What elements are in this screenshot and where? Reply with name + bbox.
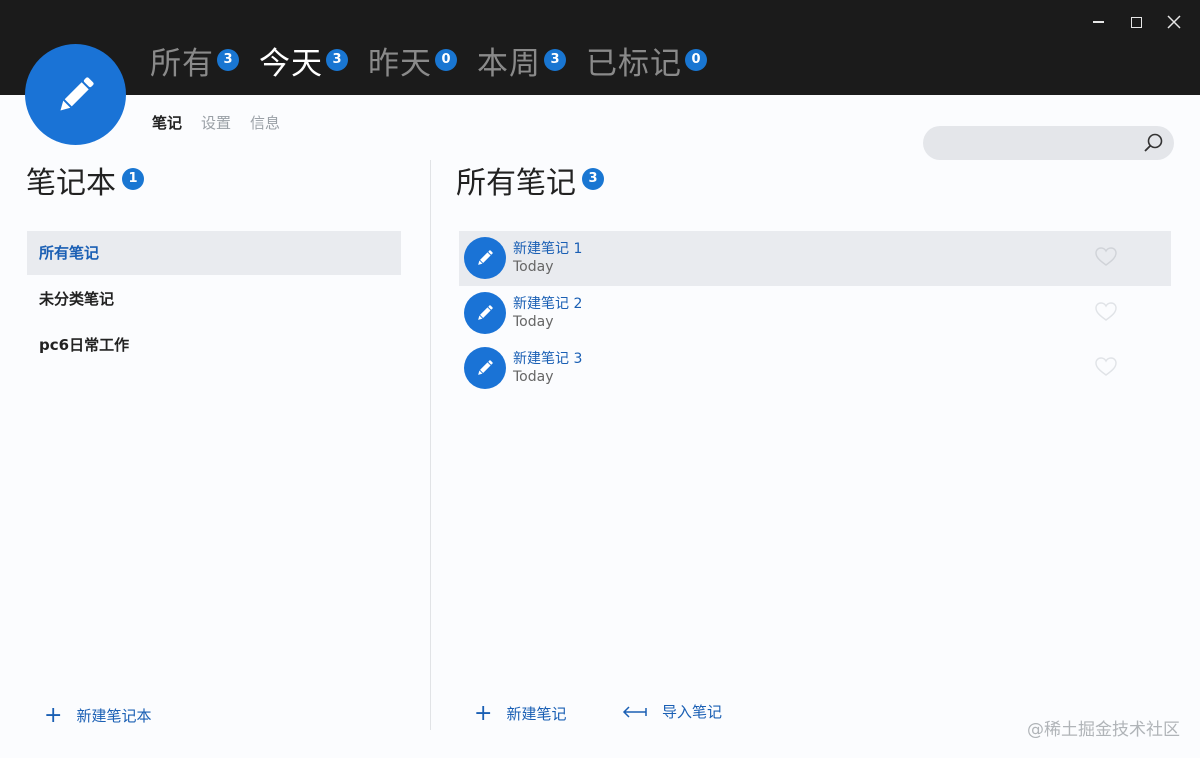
- close-icon: [1167, 15, 1181, 29]
- note-avatar: [464, 292, 506, 334]
- maximize-button[interactable]: [1118, 8, 1154, 36]
- plus-icon: +: [474, 701, 493, 726]
- search-box: [923, 126, 1174, 160]
- notes-header: 所有笔记 3: [456, 164, 604, 204]
- notebook-item-pc6-daily-work[interactable]: pc6日常工作: [27, 323, 401, 367]
- note-item[interactable]: 新建笔记 3 Today: [459, 341, 1171, 396]
- note-title: 新建笔记 2: [513, 296, 583, 312]
- tab-settings[interactable]: 设置: [201, 112, 231, 133]
- heart-icon[interactable]: [1095, 357, 1117, 377]
- count-badge: 3: [582, 168, 604, 190]
- note-date: Today: [513, 259, 554, 275]
- pencil-icon: [478, 305, 493, 320]
- notebooks-header: 笔记本 1: [26, 164, 144, 204]
- tab-label: 今天: [259, 46, 323, 82]
- watermark: @稀土掘金技术社区: [1027, 720, 1180, 740]
- note-list: 新建笔记 1 Today 新建笔记 2 Today 新建笔记 3 Today: [459, 231, 1171, 396]
- panel-divider: [430, 160, 431, 730]
- close-button[interactable]: [1156, 8, 1192, 36]
- note-title: 新建笔记 3: [513, 351, 583, 367]
- pencil-icon: [478, 250, 493, 265]
- new-notebook-button[interactable]: + 新建笔记本: [44, 703, 151, 728]
- tab-label: 已标记: [586, 46, 682, 82]
- note-item[interactable]: 新建笔记 1 Today: [459, 231, 1171, 286]
- tab-label: 所有: [150, 46, 214, 82]
- notebooks-title: 笔记本: [26, 166, 116, 201]
- tab-info[interactable]: 信息: [250, 112, 280, 133]
- new-notebook-label: 新建笔记本: [76, 707, 152, 725]
- plus-icon: +: [44, 703, 63, 728]
- count-badge: 3: [544, 49, 566, 71]
- note-date: Today: [513, 369, 554, 385]
- import-notes-label: 导入笔记: [662, 703, 723, 721]
- date-filter-tabs: 所有 3 今天 3 昨天 0 本周 3 已标记 0: [150, 44, 707, 84]
- heart-icon[interactable]: [1095, 302, 1117, 322]
- search-input[interactable]: [937, 132, 1137, 154]
- tab-notes[interactable]: 笔记: [152, 112, 182, 133]
- new-note-label: 新建笔记: [506, 705, 567, 723]
- notebook-list: 所有笔记 未分类笔记 pc6日常工作: [27, 231, 401, 369]
- count-badge: 0: [685, 49, 707, 71]
- count-badge: 3: [217, 49, 239, 71]
- note-title: 新建笔记 1: [513, 241, 583, 257]
- note-avatar: [464, 347, 506, 389]
- search-icon[interactable]: [1142, 132, 1164, 154]
- count-badge: 0: [435, 49, 457, 71]
- import-arrow-icon: [622, 705, 647, 718]
- tab-this-week[interactable]: 本周 3: [477, 44, 566, 84]
- import-notes-button[interactable]: 导入笔记: [622, 701, 722, 722]
- tab-label: 本周: [477, 46, 541, 82]
- tab-all[interactable]: 所有 3: [150, 44, 239, 84]
- note-avatar: [464, 237, 506, 279]
- count-badge: 1: [122, 168, 144, 190]
- note-date: Today: [513, 314, 554, 330]
- tab-marked[interactable]: 已标记 0: [586, 44, 707, 84]
- tab-today[interactable]: 今天 3: [259, 44, 348, 84]
- notebook-item-uncategorized[interactable]: 未分类笔记: [27, 277, 401, 321]
- heart-icon[interactable]: [1095, 247, 1117, 267]
- pencil-icon: [478, 360, 493, 375]
- new-note-button[interactable]: + 新建笔记: [474, 701, 566, 726]
- maximize-icon: [1130, 16, 1142, 28]
- note-item[interactable]: 新建笔记 2 Today: [459, 286, 1171, 341]
- minimize-button[interactable]: [1080, 8, 1116, 36]
- minimize-icon: [1092, 21, 1104, 23]
- pencil-icon: [59, 76, 94, 111]
- tab-yesterday[interactable]: 昨天 0: [368, 44, 457, 84]
- notebook-item-all-notes[interactable]: 所有笔记: [27, 231, 401, 275]
- app-logo: [25, 44, 126, 145]
- section-tabs: 笔记 设置 信息: [152, 112, 280, 133]
- tab-label: 昨天: [368, 46, 432, 82]
- title-bar: 所有 3 今天 3 昨天 0 本周 3 已标记 0: [0, 0, 1200, 95]
- count-badge: 3: [326, 49, 348, 71]
- notes-title: 所有笔记: [456, 166, 576, 201]
